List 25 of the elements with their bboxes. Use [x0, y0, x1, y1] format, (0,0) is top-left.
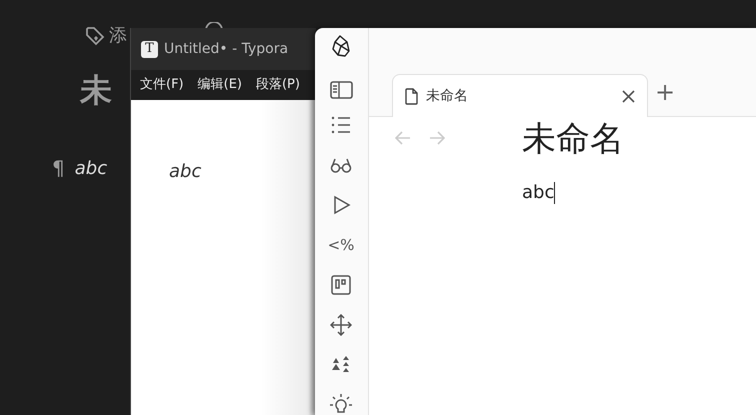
add-tag-label[interactable]: 添 [109, 22, 127, 49]
app-logo: T [141, 40, 158, 58]
sidebar-toggle-icon[interactable] [330, 81, 353, 99]
file-icon [405, 88, 418, 104]
paragraph-text: abc [522, 182, 554, 203]
lightbulb-icon[interactable] [330, 394, 352, 415]
paragraph-text: abc [74, 156, 108, 180]
logo-icon[interactable] [332, 35, 350, 57]
tag-icon [85, 26, 105, 46]
menu-item[interactable]: 编辑(E) [198, 75, 242, 95]
menu-item[interactable]: 文件(F) [140, 75, 184, 95]
kanban-icon[interactable] [330, 274, 352, 296]
window-title: Untitled• - Typora [164, 40, 288, 58]
note-title: 未 [80, 70, 112, 110]
template-button[interactable]: <% [330, 234, 352, 256]
tab[interactable]: 未命名 [392, 74, 648, 117]
menu-item[interactable]: 段落(P) [256, 75, 300, 95]
new-tab-button[interactable]: + [655, 78, 676, 106]
move-icon[interactable] [330, 314, 352, 336]
note-title: 未命名 [522, 118, 624, 161]
paragraph-text: abc [169, 161, 202, 182]
paragraph-mark: ¶ [52, 155, 65, 182]
close-icon[interactable] [622, 90, 635, 102]
list-icon[interactable] [330, 114, 352, 136]
text-cursor [554, 182, 556, 204]
